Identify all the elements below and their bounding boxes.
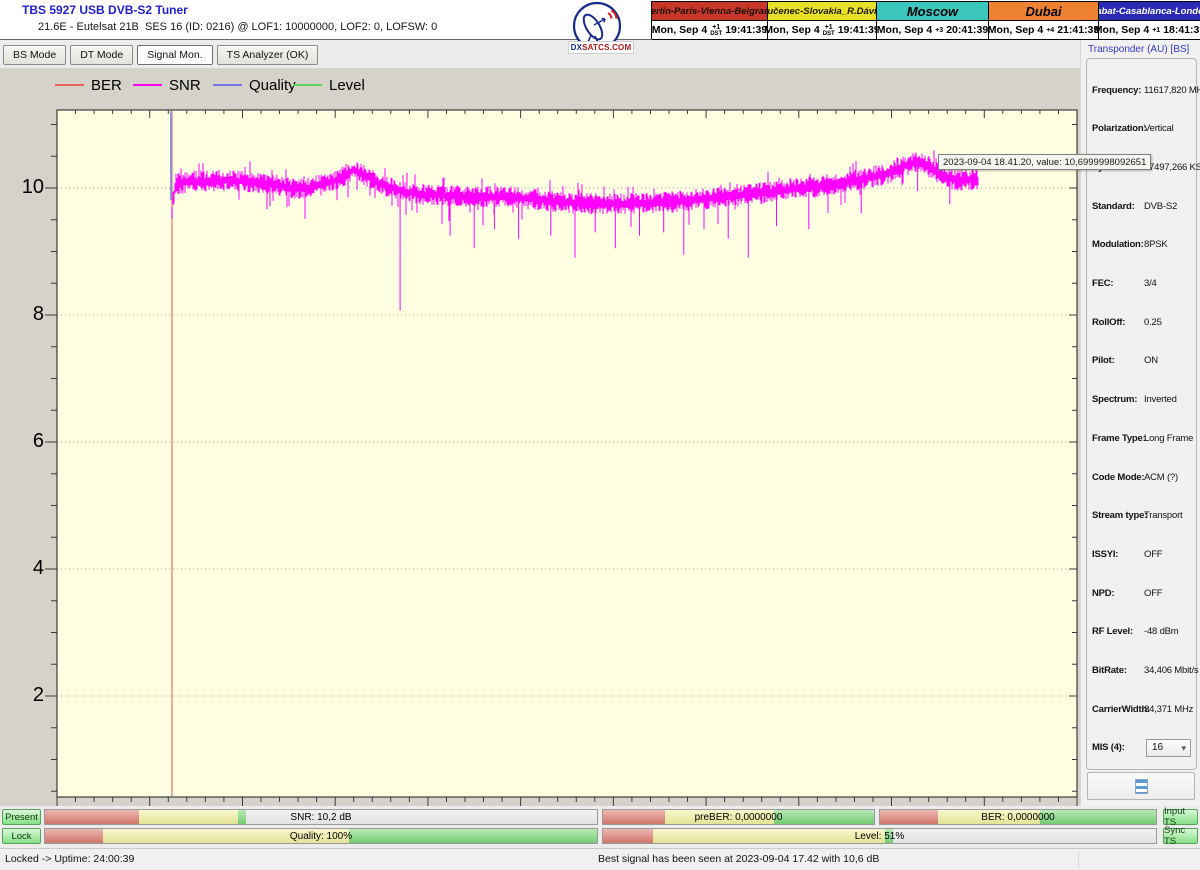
clock-time-4: Mon, Sep 4+421:41:39 [989,21,1099,40]
sync-ts-button[interactable]: Sync TS [1163,828,1198,844]
preber-bar: preBER: 0,0000000 [602,809,875,825]
ber-bar-label: BER: 0,0000000 [880,810,1156,824]
quality-bar: Quality: 100% [44,828,598,844]
transponder-field: Frame Type:Long Frame [1087,431,1196,445]
y-tick-label-2: 2 [12,684,44,707]
y-tick-label-6: 6 [12,430,44,453]
input-ts-button[interactable]: Input TS [1163,809,1198,825]
transponder-field: Spectrum:Inverted [1087,393,1196,407]
ber-bar: BER: 0,0000000 [879,809,1157,825]
clock-city-5: Rabat-Casablanca-London [1099,2,1200,21]
lock-button[interactable]: Lock [2,828,41,844]
chart-tooltip: 2023-09-04 18.41.20, value: 10,699999809… [938,154,1151,170]
transponder-field: Code Mode:ACM (?) [1087,470,1196,484]
clock-city-4: Dubai [989,2,1099,21]
transponder-field: ISSYI:OFF [1087,547,1196,561]
tab-dt-mode[interactable]: DT Mode [70,45,133,65]
chevron-down-icon: ▾ [1181,743,1186,754]
tab-signal-mon[interactable]: Signal Mon. [137,45,212,65]
y-tick-label-4: 4 [12,557,44,580]
transponder-field: Frequency:11617,820 MHz [1087,83,1196,97]
transponder-field: Pilot:ON [1087,354,1196,368]
world-clocks: Berlin-Paris-Vienna-BelgradeLučenec-Slov… [651,1,1200,39]
title-bar: TBS 5927 USB DVB-S2 Tuner 21.6E - Eutels… [0,0,1200,40]
y-tick-label-10: 10 [12,176,44,199]
status-lock-uptime: Locked -> Uptime: 24:00:39 [5,853,134,865]
logo-wordmark: DXSATCS.COM [568,41,634,54]
transponder-field: Stream type:Transport [1087,509,1196,523]
y-tick-label-8: 8 [12,303,44,326]
sidebar-group-title: Transponder (AU) [BS] [1088,44,1189,55]
transponder-field: CarrierWidth:34,371 MHz [1087,702,1196,716]
snr-history-chart[interactable] [0,68,1080,810]
transponder-field: RollOff:0.25 [1087,315,1196,329]
signal-chart-panel[interactable]: BERSNRQualityLevel 108642 2023-09-04 18.… [0,68,1080,810]
dxsatcs-logo: DXSATCS.COM [556,0,650,56]
present-button[interactable]: Present [2,809,41,825]
quality-bar-label: Quality: 100% [45,829,597,843]
transponder-field: BitRate:34,406 Mbit/s [1087,664,1196,678]
tab-bs-mode[interactable]: BS Mode [3,45,66,65]
clock-time-5: Mon, Sep 4+118:41:39 [1099,21,1200,40]
clock-city-1: Berlin-Paris-Vienna-Belgrade [652,2,768,21]
clock-city-2: Lučenec-Slovakia_R.Dávid [768,2,877,21]
transponder-field: Modulation:8PSK [1087,238,1196,252]
tab-ts-analyzer-ok[interactable]: TS Analyzer (OK) [217,45,319,65]
mis-field: MIS (4):16▾ [1087,741,1196,755]
tab-bar: BS ModeDT ModeSignal Mon.TS Analyzer (OK… [0,41,1080,68]
level-bar: Level: 51% [602,828,1157,844]
snr-bar-label: SNR: 10,2 dB [45,810,597,824]
snr-bar: SNR: 10,2 dB [44,809,598,825]
status-best-signal: Best signal has been seen at 2023-09-04 … [598,853,879,865]
transport-stream-icon [1135,779,1148,794]
mis-dropdown[interactable]: 16▾ [1146,739,1191,757]
transponder-field: Polarization:Vertical [1087,122,1196,136]
app-window: TBS 5927 USB DVB-S2 Tuner 21.6E - Eutels… [0,0,1200,870]
clock-time-2: Mon, Sep 4+1DST19:41:39 [768,21,877,40]
clock-city-3: Moscow [877,2,989,21]
transponder-field: RF Level:-48 dBm [1087,625,1196,639]
transponder-field: NPD:OFF [1087,586,1196,600]
transponder-field: Standard:DVB-S2 [1087,199,1196,213]
app-title: TBS 5927 USB DVB-S2 Tuner [22,3,188,17]
signal-bars: Present SNR: 10,2 dB preBER: 0,0000000 BER:… [0,806,1200,848]
transponder-field: FEC:3/4 [1087,277,1196,291]
stream-list-button[interactable] [1087,772,1195,800]
level-bar-label: Level: 51% [603,829,1156,843]
clock-time-1: Mon, Sep 4+1DST19:41:39 [652,21,768,40]
status-divider [1078,851,1079,869]
status-bar: Locked -> Uptime: 24:00:39 Best signal h… [0,848,1200,870]
preber-bar-label: preBER: 0,0000000 [603,810,874,824]
tuner-subtitle: 21.6E - Eutelsat 21B SES 16 (ID: 0216) @… [38,21,437,33]
clock-time-3: Mon, Sep 4+320:41:39 [877,21,989,40]
